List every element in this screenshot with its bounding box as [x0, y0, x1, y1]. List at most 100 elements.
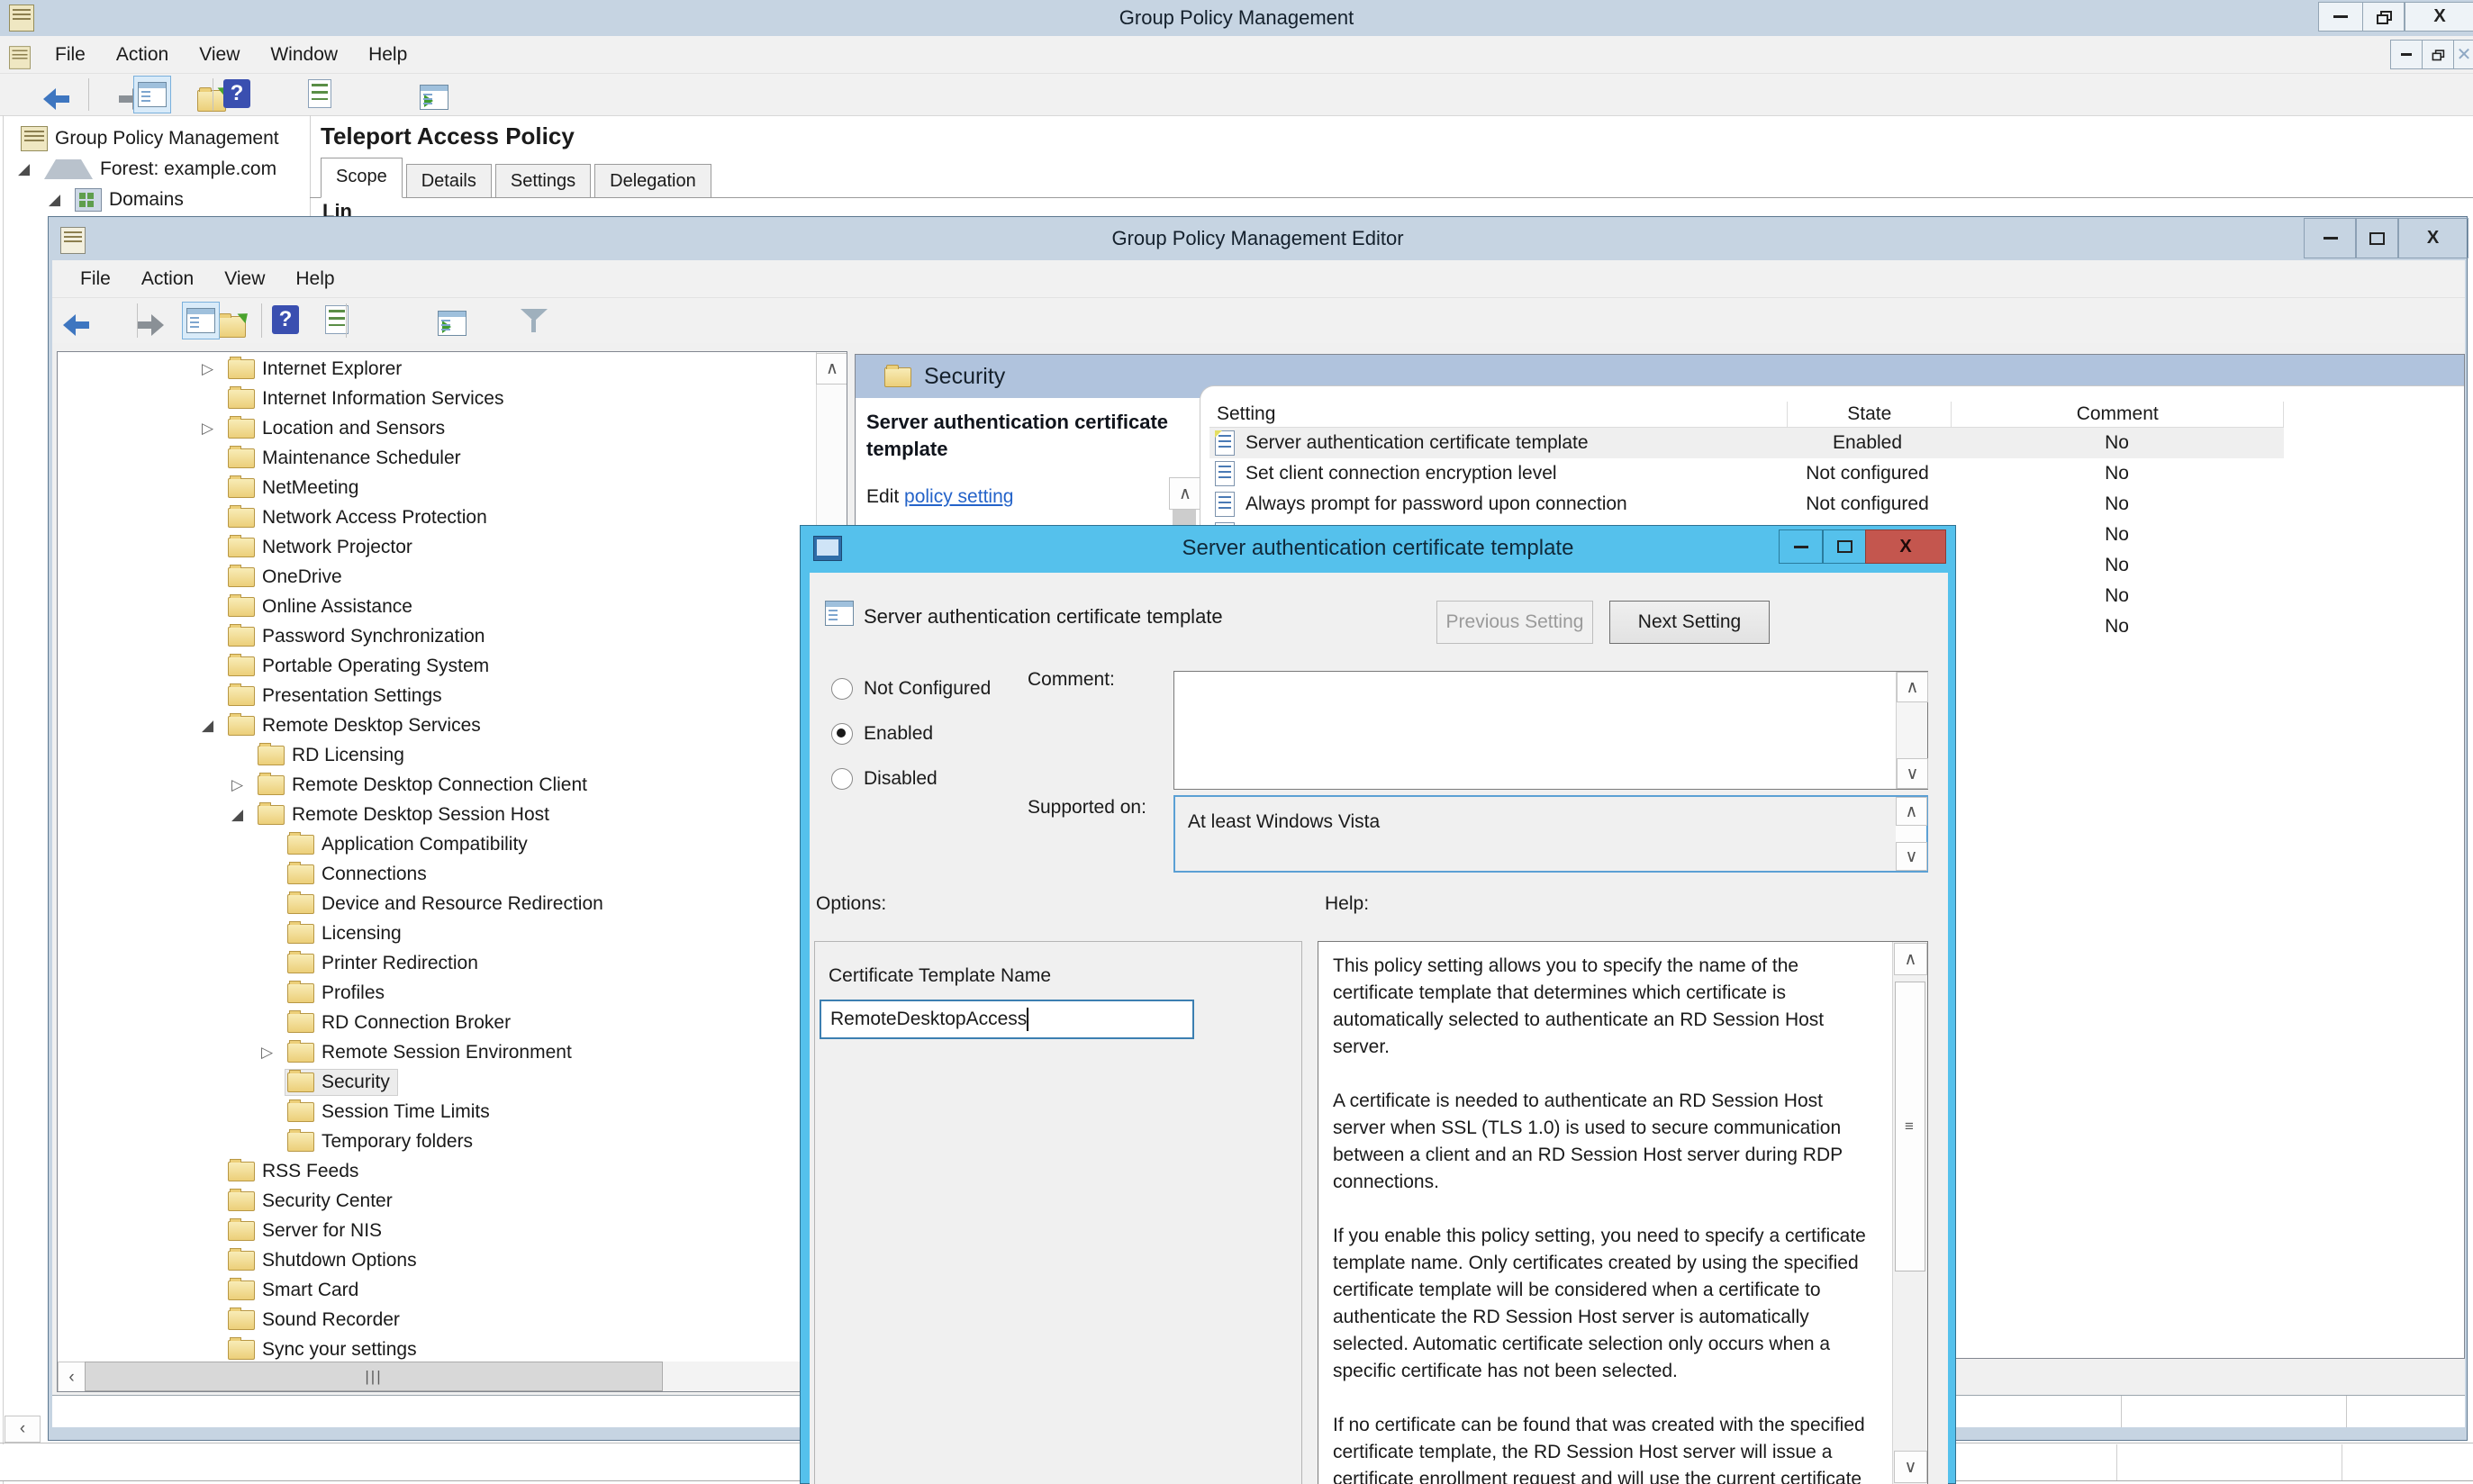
gpm-menu-item[interactable]: Action	[101, 44, 184, 66]
policy-setting-link[interactable]: policy setting	[904, 486, 1013, 507]
console-tree-toggle[interactable]	[182, 302, 220, 339]
tree-scroll-up-button[interactable]: ∧	[816, 353, 847, 385]
expander-icon[interactable]	[202, 717, 225, 735]
editor-menu-item[interactable]: Action	[126, 268, 209, 290]
editor-tree-item[interactable]: RD Licensing	[58, 740, 814, 770]
radio-option[interactable]: Not Configured	[831, 666, 991, 711]
editor-tree-item[interactable]: Printer Redirection	[58, 948, 814, 978]
editor-tree-item[interactable]: Licensing	[58, 918, 814, 948]
editor-tree-item[interactable]: OneDrive	[58, 562, 814, 592]
gpm-menu-item[interactable]: Window	[255, 44, 353, 66]
settings-table-row[interactable]: Set client connection encryption level N…	[1209, 458, 2284, 489]
next-setting-button[interactable]: Next Setting	[1609, 601, 1770, 644]
expander-icon[interactable]	[261, 1044, 285, 1062]
gpm-menu-item[interactable]: View	[184, 44, 255, 66]
editor-maximize-button[interactable]	[2355, 218, 2399, 258]
help-icon[interactable]: ?	[272, 305, 299, 334]
editor-tree-item[interactable]: Shutdown Options	[58, 1245, 814, 1275]
editor-tree-item[interactable]: Remote Desktop Services	[58, 710, 814, 740]
editor-tree-item[interactable]: Online Assistance	[58, 592, 814, 621]
child-minimize-button[interactable]	[2390, 40, 2423, 69]
tree-scroll-left-button[interactable]: ‹	[58, 1362, 86, 1392]
child-restore-button[interactable]	[2422, 40, 2454, 69]
editor-tree-item[interactable]: Server for NIS	[58, 1216, 814, 1245]
editor-tree-item[interactable]: Sync your settings	[58, 1335, 814, 1364]
editor-tree-item[interactable]: Session Time Limits	[58, 1097, 814, 1127]
console-tree-toggle[interactable]	[133, 76, 171, 113]
gpm-tree-item[interactable]: Group Policy Management	[5, 123, 306, 154]
tree-hscroll-thumb[interactable]: |||	[85, 1362, 663, 1391]
supported-on-box[interactable]: At least Windows Vista ∧ ∨	[1173, 795, 1928, 873]
previous-setting-button[interactable]: Previous Setting	[1436, 601, 1593, 644]
dialog-close-button[interactable]: X	[1865, 529, 1946, 564]
help-icon[interactable]: ?	[223, 79, 250, 108]
editor-menu-item[interactable]: View	[209, 268, 280, 290]
scroll-down-button[interactable]: ∨	[1896, 842, 1927, 871]
editor-tree-item[interactable]: NetMeeting	[58, 473, 814, 502]
editor-tree-item[interactable]: Connections	[58, 859, 814, 889]
editor-tree-item[interactable]: Network Access Protection	[58, 502, 814, 532]
editor-tree-item[interactable]: Remote Session Environment	[58, 1037, 814, 1067]
comment-scrollbar[interactable]: ∧ ∨	[1896, 672, 1927, 789]
refresh-doc-icon[interactable]	[308, 79, 331, 108]
scroll-down-button[interactable]: ∨	[1894, 1451, 1927, 1483]
editor-tree-item[interactable]: Internet Explorer	[58, 354, 814, 384]
gpo-tab[interactable]: Details	[406, 164, 492, 198]
filter-icon[interactable]	[519, 307, 549, 334]
expander-icon[interactable]	[202, 420, 225, 438]
editor-tree-item[interactable]: Application Compatibility	[58, 829, 814, 859]
editor-tree-item[interactable]: Portable Operating System	[58, 651, 814, 681]
editor-minimize-button[interactable]	[2304, 218, 2357, 258]
editor-tree-item[interactable]: Remote Desktop Session Host	[58, 800, 814, 829]
editor-tree-item[interactable]: Presentation Settings	[58, 681, 814, 710]
help-scroll-thumb[interactable]: ≡	[1895, 982, 1925, 1271]
comment-textarea[interactable]: ∧ ∨	[1173, 671, 1928, 790]
gpm-tree-item[interactable]: Forest: example.com	[5, 154, 306, 185]
gpm-tree-item[interactable]: Domains	[5, 185, 306, 215]
settings-table-row[interactable]: Server authentication certificate templa…	[1209, 428, 2284, 458]
forward-icon[interactable]	[133, 313, 164, 337]
gpm-restore-button[interactable]	[2362, 2, 2405, 32]
expander-icon[interactable]	[18, 160, 41, 178]
radio-option[interactable]: Disabled	[831, 756, 991, 801]
gpm-menu-item[interactable]: File	[40, 44, 101, 66]
help-box[interactable]: This policy setting allows you to specif…	[1318, 941, 1928, 1484]
expander-icon[interactable]	[202, 360, 225, 378]
editor-close-button[interactable]: X	[2397, 218, 2468, 258]
back-icon[interactable]	[43, 87, 74, 111]
description-scroll-up-button[interactable]: ∧	[1169, 477, 1201, 510]
editor-tree-item[interactable]: Smart Card	[58, 1275, 814, 1305]
editor-tree-item[interactable]: Security	[58, 1067, 814, 1097]
editor-tree-item[interactable]: Sound Recorder	[58, 1305, 814, 1335]
scroll-down-button[interactable]: ∨	[1897, 758, 1928, 789]
editor-tree-item[interactable]: RD Connection Broker	[58, 1008, 814, 1037]
radio-option[interactable]: Enabled	[831, 711, 991, 756]
gpm-menu-item[interactable]: Help	[353, 44, 422, 66]
supported-scrollbar[interactable]: ∧ ∨	[1896, 797, 1926, 871]
column-header-comment[interactable]: Comment	[1952, 402, 2284, 427]
editor-tree-item[interactable]: Password Synchronization	[58, 621, 814, 651]
help-scrollbar[interactable]: ∧ ≡ ∨	[1892, 942, 1927, 1484]
editor-tree-item[interactable]: Network Projector	[58, 532, 814, 562]
editor-tree-item[interactable]: Security Center	[58, 1186, 814, 1216]
scroll-up-button[interactable]: ∧	[1894, 943, 1927, 975]
editor-tree-item[interactable]: Maintenance Scheduler	[58, 443, 814, 473]
gpo-tab[interactable]: Settings	[495, 164, 591, 198]
gpm-close-button[interactable]: X	[2405, 2, 2473, 32]
editor-tree-item[interactable]: Temporary folders	[58, 1127, 814, 1156]
gpm-hscroll-left-button[interactable]: ‹	[5, 1416, 41, 1443]
editor-tree-item[interactable]: RSS Feeds	[58, 1156, 814, 1186]
gpo-tab[interactable]: Scope	[321, 158, 403, 198]
expander-icon[interactable]	[49, 191, 72, 209]
editor-tree-item[interactable]: Remote Desktop Connection Client	[58, 770, 814, 800]
expander-icon[interactable]	[231, 806, 255, 824]
column-header-state[interactable]: State	[1788, 402, 1952, 427]
scroll-up-button[interactable]: ∧	[1896, 797, 1927, 826]
settings-table-row[interactable]: Always prompt for password upon connecti…	[1209, 489, 2284, 520]
export-folder-icon[interactable]	[217, 316, 246, 338]
show-window-icon[interactable]	[438, 311, 467, 336]
editor-tree-item[interactable]: Device and Resource Redirection	[58, 889, 814, 918]
editor-tree-item[interactable]: Internet Information Services	[58, 384, 814, 413]
back-icon[interactable]	[63, 313, 94, 337]
gpm-minimize-button[interactable]	[2318, 2, 2363, 32]
